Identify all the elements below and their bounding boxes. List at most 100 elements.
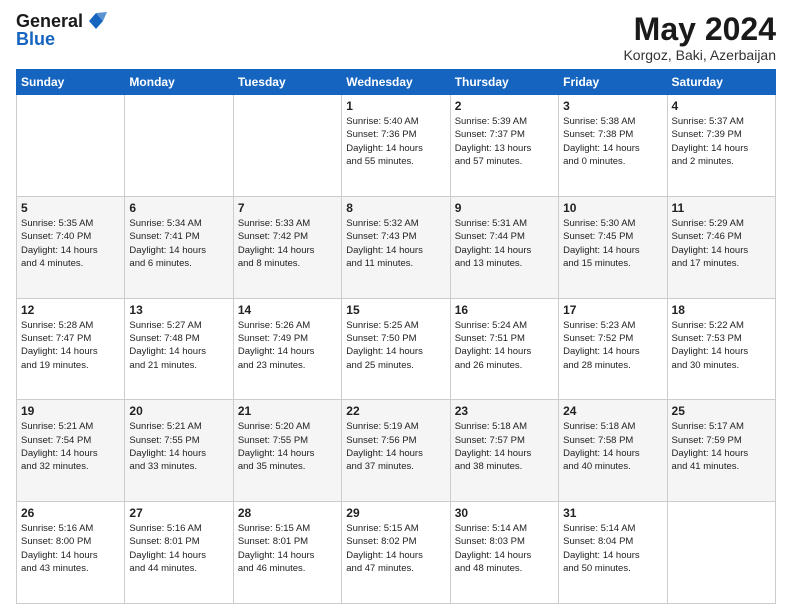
calendar-cell: 6 Sunrise: 5:34 AM Sunset: 7:41 PM Daylig… [125,196,233,298]
day-number: 16 [455,303,554,317]
calendar-cell [17,95,125,197]
day-number: 27 [129,506,228,520]
calendar-cell: 8Sunrise: 5:32 AM Sunset: 7:43 PM Daylig… [342,196,450,298]
calendar-table: SundayMondayTuesdayWednesdayThursdayFrid… [16,69,776,604]
calendar-week-row: 12 Sunrise: 5:28 AM Sunset: 7:47 PM Dayli… [17,298,776,400]
calendar-cell: 29Sunrise: 5:15 AM Sunset: 8:02 PM Dayli… [342,502,450,604]
calendar-cell: 5 Sunrise: 5:35 AM Sunset: 7:40 PM Daylig… [17,196,125,298]
calendar-cell: 7 Sunrise: 5:33 AM Sunset: 7:42 PM Daylig… [233,196,341,298]
day-number: 18 [672,303,771,317]
day-number: 4 [672,99,771,113]
day-number: 15 [346,303,445,317]
weekday-header-monday: Monday [125,70,233,95]
day-number: 5 [21,201,120,215]
day-info: Sunrise: 5:37 AM Sunset: 7:39 PM Dayligh… [672,115,771,168]
logo-blue-text: Blue [16,30,55,48]
calendar-week-row: 5 Sunrise: 5:35 AM Sunset: 7:40 PM Daylig… [17,196,776,298]
day-info: Sunrise: 5:18 AM Sunset: 7:57 PM Dayligh… [455,420,554,473]
calendar-cell: 2 Sunrise: 5:39 AM Sunset: 7:37 PM Daylig… [450,95,558,197]
calendar-week-row: 1Sunrise: 5:40 AM Sunset: 7:36 PM Daylig… [17,95,776,197]
calendar-cell: 22 Sunrise: 5:19 AM Sunset: 7:56 PM Dayli… [342,400,450,502]
day-info: Sunrise: 5:33 AM Sunset: 7:42 PM Dayligh… [238,217,337,270]
day-number: 8 [346,201,445,215]
day-info: Sunrise: 5:27 AM Sunset: 7:48 PM Dayligh… [129,319,228,372]
weekday-header-row: SundayMondayTuesdayWednesdayThursdayFrid… [17,70,776,95]
day-info: Sunrise: 5:30 AM Sunset: 7:45 PM Dayligh… [563,217,662,270]
weekday-header-saturday: Saturday [667,70,775,95]
day-info: Sunrise: 5:38 AM Sunset: 7:38 PM Dayligh… [563,115,662,168]
day-number: 21 [238,404,337,418]
page: General Blue May 2024 Korgoz, Baki, Azer… [0,0,792,612]
day-number: 29 [346,506,445,520]
day-info: Sunrise: 5:14 AM Sunset: 8:03 PM Dayligh… [455,522,554,575]
calendar-cell: 28 Sunrise: 5:15 AM Sunset: 8:01 PM Dayli… [233,502,341,604]
header: General Blue May 2024 Korgoz, Baki, Azer… [16,12,776,63]
day-info: Sunrise: 5:40 AM Sunset: 7:36 PM Dayligh… [346,115,445,168]
calendar-cell: 30 Sunrise: 5:14 AM Sunset: 8:03 PM Dayli… [450,502,558,604]
logo: General Blue [16,12,107,48]
calendar-cell: 24 Sunrise: 5:18 AM Sunset: 7:58 PM Dayli… [559,400,667,502]
day-info: Sunrise: 5:17 AM Sunset: 7:59 PM Dayligh… [672,420,771,473]
day-number: 12 [21,303,120,317]
day-info: Sunrise: 5:35 AM Sunset: 7:40 PM Dayligh… [21,217,120,270]
day-number: 2 [455,99,554,113]
day-info: Sunrise: 5:19 AM Sunset: 7:56 PM Dayligh… [346,420,445,473]
calendar-cell: 23 Sunrise: 5:18 AM Sunset: 7:57 PM Dayli… [450,400,558,502]
calendar-cell: 10 Sunrise: 5:30 AM Sunset: 7:45 PM Dayli… [559,196,667,298]
day-info: Sunrise: 5:15 AM Sunset: 8:01 PM Dayligh… [238,522,337,575]
weekday-header-friday: Friday [559,70,667,95]
calendar-cell: 20 Sunrise: 5:21 AM Sunset: 7:55 PM Dayli… [125,400,233,502]
calendar-cell: 18 Sunrise: 5:22 AM Sunset: 7:53 PM Dayli… [667,298,775,400]
day-info: Sunrise: 5:18 AM Sunset: 7:58 PM Dayligh… [563,420,662,473]
day-number: 6 [129,201,228,215]
day-number: 24 [563,404,662,418]
calendar-cell: 27 Sunrise: 5:16 AM Sunset: 8:01 PM Dayli… [125,502,233,604]
calendar-cell [125,95,233,197]
day-info: Sunrise: 5:28 AM Sunset: 7:47 PM Dayligh… [21,319,120,372]
calendar-cell [233,95,341,197]
calendar-cell: 15 Sunrise: 5:25 AM Sunset: 7:50 PM Dayli… [342,298,450,400]
calendar-cell: 11 Sunrise: 5:29 AM Sunset: 7:46 PM Dayli… [667,196,775,298]
day-number: 26 [21,506,120,520]
logo-icon [85,12,107,30]
weekday-header-thursday: Thursday [450,70,558,95]
day-info: Sunrise: 5:22 AM Sunset: 7:53 PM Dayligh… [672,319,771,372]
day-info: Sunrise: 5:26 AM Sunset: 7:49 PM Dayligh… [238,319,337,372]
day-info: Sunrise: 5:16 AM Sunset: 8:01 PM Dayligh… [129,522,228,575]
day-number: 28 [238,506,337,520]
day-number: 14 [238,303,337,317]
day-info: Sunrise: 5:21 AM Sunset: 7:55 PM Dayligh… [129,420,228,473]
calendar-cell: 13Sunrise: 5:27 AM Sunset: 7:48 PM Dayli… [125,298,233,400]
day-info: Sunrise: 5:20 AM Sunset: 7:55 PM Dayligh… [238,420,337,473]
day-number: 11 [672,201,771,215]
day-number: 7 [238,201,337,215]
calendar-cell: 12 Sunrise: 5:28 AM Sunset: 7:47 PM Dayli… [17,298,125,400]
day-info: Sunrise: 5:24 AM Sunset: 7:51 PM Dayligh… [455,319,554,372]
day-number: 10 [563,201,662,215]
day-number: 19 [21,404,120,418]
day-number: 30 [455,506,554,520]
day-number: 22 [346,404,445,418]
day-number: 23 [455,404,554,418]
logo-general-text: General [16,12,83,30]
calendar-cell: 31 Sunrise: 5:14 AM Sunset: 8:04 PM Dayli… [559,502,667,604]
location: Korgoz, Baki, Azerbaijan [623,47,776,63]
day-info: Sunrise: 5:34 AM Sunset: 7:41 PM Dayligh… [129,217,228,270]
day-number: 9 [455,201,554,215]
day-number: 20 [129,404,228,418]
day-info: Sunrise: 5:39 AM Sunset: 7:37 PM Dayligh… [455,115,554,168]
day-info: Sunrise: 5:16 AM Sunset: 8:00 PM Dayligh… [21,522,120,575]
calendar-cell [667,502,775,604]
calendar-cell: 14 Sunrise: 5:26 AM Sunset: 7:49 PM Dayli… [233,298,341,400]
day-info: Sunrise: 5:21 AM Sunset: 7:54 PM Dayligh… [21,420,120,473]
weekday-header-wednesday: Wednesday [342,70,450,95]
calendar-cell: 1Sunrise: 5:40 AM Sunset: 7:36 PM Daylig… [342,95,450,197]
day-number: 31 [563,506,662,520]
day-info: Sunrise: 5:29 AM Sunset: 7:46 PM Dayligh… [672,217,771,270]
day-number: 17 [563,303,662,317]
day-info: Sunrise: 5:25 AM Sunset: 7:50 PM Dayligh… [346,319,445,372]
day-info: Sunrise: 5:23 AM Sunset: 7:52 PM Dayligh… [563,319,662,372]
calendar-cell: 16 Sunrise: 5:24 AM Sunset: 7:51 PM Dayli… [450,298,558,400]
calendar-week-row: 19 Sunrise: 5:21 AM Sunset: 7:54 PM Dayli… [17,400,776,502]
day-info: Sunrise: 5:14 AM Sunset: 8:04 PM Dayligh… [563,522,662,575]
